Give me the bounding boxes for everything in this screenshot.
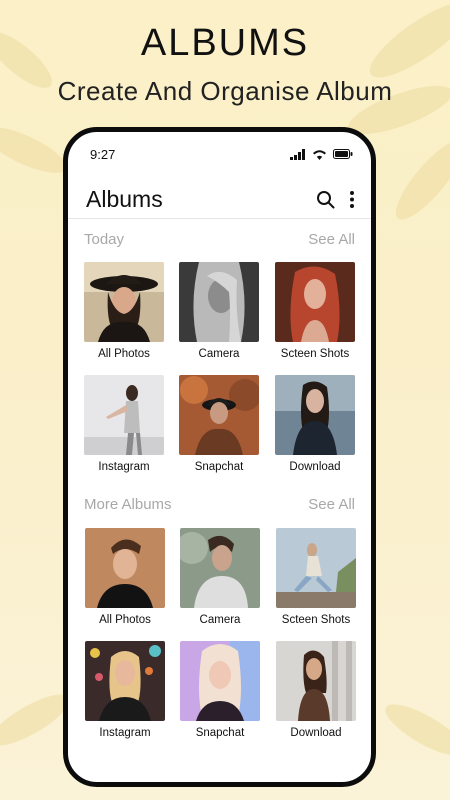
album-thumbnail [180,528,260,608]
album-thumbnail [85,528,165,608]
album-tile[interactable]: All Photos [84,262,164,360]
promo-subtitle: Create And Organise Album [57,76,393,106]
section-title: Today [84,231,125,248]
album-thumbnail [179,262,259,342]
album-thumbnail [276,528,356,608]
album-label: Camera [199,614,241,626]
album-thumbnail [85,641,165,721]
album-tile[interactable]: Snapchat [179,375,259,473]
section-title: More Albums [84,496,172,513]
album-label: Snapchat [195,727,245,739]
album-tile[interactable]: Camera [179,262,259,360]
phone-frame: 9:27 Albums Today See All All Photos Cam… [63,127,376,787]
album-label: Instagram [99,727,151,739]
promo-title: ALBUMS [140,22,310,64]
album-label: Camera [198,348,240,360]
album-thumbnail [276,641,356,721]
header-actions [316,190,355,209]
album-thumbnail [275,375,355,455]
album-thumbnail [275,262,355,342]
header-divider [68,218,371,219]
album-label: Instagram [98,461,150,473]
search-icon[interactable] [316,190,335,209]
album-label: All Photos [98,348,150,360]
status-icons [290,148,353,160]
album-tile[interactable]: Download [276,641,356,739]
see-all-link[interactable]: See All [308,496,355,513]
album-label: Download [289,461,341,473]
album-tile[interactable]: Camera [180,528,260,626]
album-tile[interactable]: Instagram [85,641,165,739]
album-tile[interactable]: Download [275,375,355,473]
section-header-more-albums: More Albums See All [84,496,355,513]
album-tile[interactable]: Snapchat [180,641,260,739]
page-title: Albums [86,185,163,212]
album-label: All Photos [99,614,151,626]
battery-icon [333,149,353,159]
status-time: 9:27 [90,146,116,162]
album-label: Scteen Shots [280,348,350,360]
signal-icon [290,148,305,160]
album-thumbnail [179,375,259,455]
section-header-today: Today See All [84,231,355,248]
status-bar: 9:27 [68,142,371,166]
album-thumbnail [84,262,164,342]
album-tile[interactable]: Instagram [84,375,164,473]
album-tile[interactable]: All Photos [85,528,165,626]
more-vertical-icon[interactable] [349,190,355,209]
album-thumbnail [84,375,164,455]
album-label: Scteen Shots [281,614,351,626]
album-thumbnail [180,641,260,721]
album-tile[interactable]: Scteen Shots [275,262,355,360]
album-tile[interactable]: Scteen Shots [276,528,356,626]
wifi-icon [313,149,326,160]
album-label: Download [290,727,342,739]
app-header: Albums [86,180,355,218]
see-all-link[interactable]: See All [308,231,355,248]
album-label: Snapchat [194,461,244,473]
